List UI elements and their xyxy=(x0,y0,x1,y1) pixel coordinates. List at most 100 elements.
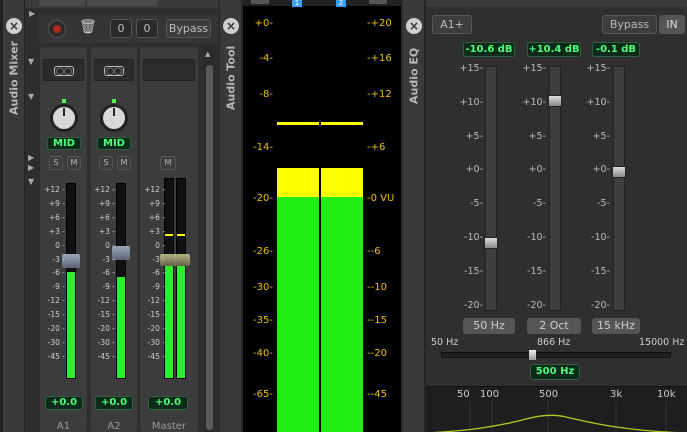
scale-tick: +9 - xyxy=(98,198,115,208)
eq-scale-tick: +0- xyxy=(592,164,610,176)
eq-in-button[interactable]: IN xyxy=(659,15,685,34)
vu-tick: --45 xyxy=(367,389,387,400)
channel-name: A2 xyxy=(107,421,121,432)
db-tick: -40- xyxy=(253,348,273,359)
eq-scale-tick: +15- xyxy=(586,63,610,74)
scale-tick: 0 - xyxy=(155,240,165,250)
right-vu-scale: -+20 -+16 -+12 -+6 -0 VU --6 --10 --15 --20 --45 xyxy=(365,0,401,432)
scale-tick: -9 - xyxy=(102,282,115,292)
band-2-value[interactable]: +10.4 dB xyxy=(527,42,581,57)
mixer-scrollbar[interactable]: ▲ xyxy=(204,47,215,432)
volume-meter-right xyxy=(176,178,186,379)
band-2-slider-thumb[interactable] xyxy=(548,95,562,108)
eq-scale-tick: -15- xyxy=(527,265,546,277)
eq-preset-button[interactable]: A1+ xyxy=(432,15,472,34)
scale-tick: +9 - xyxy=(48,198,65,208)
audio-tool-tab[interactable]: × Audio Tool xyxy=(220,0,242,432)
volume-meter xyxy=(116,183,126,379)
counter-a[interactable]: 0 xyxy=(110,19,132,38)
collapse-arrow-icon[interactable]: ▼ xyxy=(28,92,34,101)
scale-tick: -30 - xyxy=(97,337,115,347)
scale-tick: +3 - xyxy=(98,226,115,236)
vu-tick: -+16 xyxy=(367,53,392,64)
vu-tick: -0 VU xyxy=(367,193,395,204)
scale-tick: +6 - xyxy=(98,212,115,222)
eq-scale-1: +15- +10- +5- +0- -5- -10- -15- -20- xyxy=(451,63,485,313)
mixer-top-tab-1[interactable] xyxy=(39,0,85,6)
scroll-up-icon[interactable]: ▲ xyxy=(205,50,210,58)
scale-tick: -12 - xyxy=(147,296,165,306)
close-icon[interactable]: × xyxy=(6,18,22,34)
pan-knob[interactable] xyxy=(100,104,128,132)
band-3-value[interactable]: -0.1 dB xyxy=(592,42,640,57)
link-icon[interactable]: ◯◯ xyxy=(54,66,74,76)
frequency-slider-track[interactable] xyxy=(441,352,671,358)
scroll-thumb[interactable] xyxy=(206,65,213,430)
vu-tick: -+6 xyxy=(367,142,386,153)
scale-tick: -3 - xyxy=(52,254,65,264)
collapse-arrow-icon[interactable]: ▼ xyxy=(28,57,34,66)
gain-value[interactable]: +0.0 xyxy=(95,396,133,410)
close-icon[interactable]: × xyxy=(223,18,239,34)
mute-button[interactable]: M xyxy=(67,156,81,170)
band-1-slider-track[interactable] xyxy=(485,66,497,311)
meter-fill xyxy=(177,266,185,378)
band-3-slider-thumb[interactable] xyxy=(612,166,626,179)
mixer-top-tab-2[interactable] xyxy=(87,0,157,6)
range-max-label: 15000 Hz xyxy=(639,337,685,348)
vu-tick: --15 xyxy=(367,315,387,326)
pan-led xyxy=(112,99,116,103)
eq-scale-tick: +5- xyxy=(465,130,483,142)
db-tick: -30- xyxy=(253,282,273,293)
eq-scale-tick: +0- xyxy=(465,164,483,176)
mute-button[interactable]: M xyxy=(117,156,131,170)
solo-button[interactable]: S xyxy=(99,156,113,170)
expand-arrow-icon[interactable]: ▶ xyxy=(28,153,34,162)
band-3-slider-track[interactable] xyxy=(613,66,625,311)
band-1-freq[interactable]: 50 Hz xyxy=(463,318,515,334)
eq-scale-tick: +5- xyxy=(592,130,610,142)
audio-eq-tab[interactable]: × Audio EQ xyxy=(403,0,425,432)
eq-bypass-button[interactable]: Bypass xyxy=(602,15,657,34)
collapse-arrow-icon[interactable]: ▼ xyxy=(28,177,34,186)
eq-scale-tick: +5- xyxy=(528,130,546,142)
mixer-bypass-button[interactable]: Bypass xyxy=(166,19,211,38)
band-1-slider-thumb[interactable] xyxy=(484,237,498,250)
gain-value[interactable]: +0.0 xyxy=(148,396,188,410)
band-1-value[interactable]: -10.6 dB xyxy=(463,42,515,57)
frequency-slider-thumb[interactable] xyxy=(529,350,536,360)
expand-arrow-icon[interactable]: ▶ xyxy=(28,163,34,172)
eq-scale-tick: -20- xyxy=(527,299,546,311)
scale-tick: 0 - xyxy=(55,240,65,250)
band-3-freq[interactable]: 15 kHz xyxy=(592,318,640,334)
pan-value[interactable]: MID xyxy=(47,137,81,150)
record-icon xyxy=(53,25,61,33)
big-meter-left xyxy=(277,0,319,432)
scale-tick: -30 - xyxy=(47,337,65,347)
link-icon[interactable]: ◯◯ xyxy=(104,66,124,76)
close-icon[interactable]: × xyxy=(406,18,422,34)
frequency-value[interactable]: 500 Hz xyxy=(530,364,580,380)
band-2-freq[interactable]: 2 Oct xyxy=(527,318,581,334)
peak-hold-line xyxy=(277,122,319,125)
pan-indicator xyxy=(113,108,115,116)
mute-button[interactable]: M xyxy=(160,156,176,170)
meter-fill xyxy=(277,197,319,432)
scale-tick: -6 - xyxy=(52,268,65,278)
scale-tick: +3 - xyxy=(148,226,165,236)
eq-top-bar xyxy=(426,0,687,7)
gain-value[interactable]: +0.0 xyxy=(45,396,83,410)
scale-tick: +3 - xyxy=(48,226,65,236)
pan-knob[interactable] xyxy=(50,104,78,132)
db-tick: -4- xyxy=(259,53,273,64)
audio-mixer-tab[interactable]: × Audio Mixer xyxy=(3,0,25,432)
expand-arrow-icon[interactable]: ▶ xyxy=(29,9,35,18)
solo-button[interactable]: S xyxy=(49,156,63,170)
counter-b[interactable]: 0 xyxy=(136,19,158,38)
trash-icon[interactable]: 🗑 xyxy=(79,19,97,35)
eq-scale-tick: +10- xyxy=(522,96,546,108)
pan-value[interactable]: MID xyxy=(97,137,131,150)
record-button[interactable] xyxy=(48,20,66,38)
range-mid-label: 866 Hz xyxy=(537,337,571,348)
meter-fill xyxy=(117,277,125,378)
